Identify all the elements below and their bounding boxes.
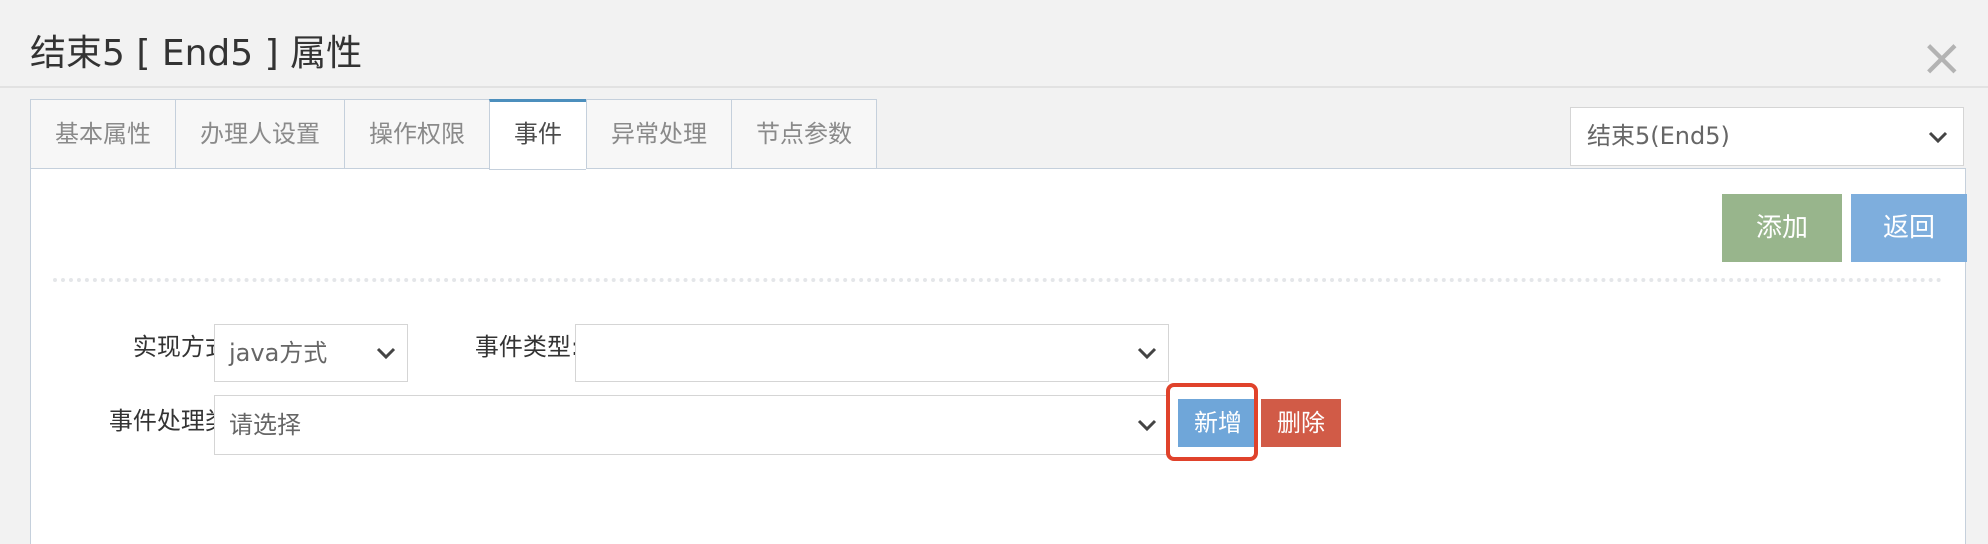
- event-type-label: 事件类型:: [474, 333, 579, 361]
- add-button[interactable]: 添加: [1722, 194, 1842, 262]
- tab-exception-handling[interactable]: 异常处理: [586, 99, 731, 169]
- chevron-down-icon: [1928, 131, 1948, 143]
- tab-basic-properties[interactable]: 基本属性: [30, 99, 175, 169]
- title-divider: [0, 86, 1988, 88]
- tab-operation-permissions[interactable]: 操作权限: [344, 99, 489, 169]
- new-button[interactable]: 新增: [1178, 399, 1258, 447]
- events-panel: 添加 返回 实现方式: java方式 事件类型: 事件处理类: 请选择 新增 删…: [30, 168, 1967, 544]
- impl-method-value: java方式: [229, 339, 328, 367]
- section-divider: [53, 278, 1943, 282]
- delete-button[interactable]: 删除: [1261, 399, 1341, 447]
- handler-class-label: 事件处理类:: [108, 407, 237, 435]
- tab-node-parameters[interactable]: 节点参数: [731, 99, 877, 169]
- handler-class-value: 请选择: [229, 411, 301, 439]
- event-type-select[interactable]: [575, 324, 1169, 382]
- close-icon[interactable]: ×: [1920, 32, 1964, 84]
- chevron-down-icon: [376, 347, 396, 360]
- back-button[interactable]: 返回: [1851, 194, 1967, 262]
- tab-events[interactable]: 事件: [489, 99, 586, 170]
- node-select-value: 结束5(End5): [1587, 122, 1730, 150]
- handler-class-select[interactable]: 请选择: [214, 395, 1169, 455]
- chevron-down-icon: [1137, 419, 1157, 432]
- impl-method-select[interactable]: java方式: [214, 324, 408, 382]
- tab-handler-settings[interactable]: 办理人设置: [175, 99, 344, 169]
- chevron-down-icon: [1137, 347, 1157, 360]
- tab-bar: 基本属性 办理人设置 操作权限 事件 异常处理 节点参数: [30, 99, 877, 170]
- dialog-title: 结束5 [ End5 ] 属性: [30, 33, 363, 74]
- node-select[interactable]: 结束5(End5): [1570, 107, 1964, 166]
